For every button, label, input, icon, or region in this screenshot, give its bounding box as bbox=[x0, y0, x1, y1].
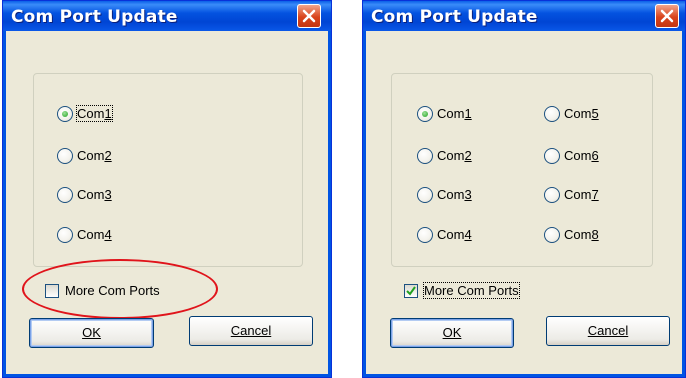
radio-label: Com3 bbox=[437, 187, 472, 202]
radio-button[interactable] bbox=[544, 187, 560, 203]
radio-button[interactable] bbox=[544, 106, 560, 122]
right-ok-button[interactable]: OK bbox=[390, 318, 514, 348]
ok-label: OK bbox=[82, 325, 101, 340]
radio-button[interactable] bbox=[417, 148, 433, 164]
radio-button[interactable] bbox=[57, 187, 73, 203]
left-close-button[interactable] bbox=[297, 4, 321, 28]
radio-label: Com4 bbox=[77, 227, 112, 242]
left-cancel-button[interactable]: Cancel bbox=[189, 316, 313, 346]
radio-button[interactable] bbox=[417, 106, 433, 122]
left-frame bbox=[328, 31, 331, 377]
left-frame bbox=[3, 31, 6, 377]
ok-label: OK bbox=[442, 325, 462, 340]
radio-label: Com7 bbox=[564, 187, 599, 202]
checkbox-label: More Com Ports bbox=[423, 282, 520, 299]
radio-label: Com4 bbox=[437, 227, 472, 242]
radio-selected-dot bbox=[422, 111, 428, 117]
radio-button[interactable] bbox=[57, 227, 73, 243]
radio-label: Com1 bbox=[76, 105, 113, 122]
left-frame bbox=[3, 374, 331, 377]
right-dialog: Com Port Update Com1 Com2 Com3 Com4 Com5… bbox=[362, 0, 686, 378]
radio-label: Com3 bbox=[77, 187, 112, 202]
right-frame bbox=[363, 31, 366, 377]
right-dialog-title: Com Port Update bbox=[371, 7, 538, 27]
left-port-group bbox=[33, 73, 303, 267]
left-ok-button[interactable]: OK bbox=[29, 318, 154, 348]
radio-button[interactable] bbox=[57, 106, 73, 122]
checkmark-icon bbox=[406, 286, 416, 296]
checkbox-box[interactable] bbox=[404, 284, 418, 298]
close-icon bbox=[660, 9, 674, 23]
radio-label: Com5 bbox=[564, 106, 599, 121]
radio-selected-dot bbox=[62, 111, 68, 117]
cancel-label: Cancel bbox=[587, 323, 629, 338]
radio-label: Com6 bbox=[564, 148, 599, 163]
radio-label: Com2 bbox=[77, 148, 112, 163]
left-title-bar[interactable]: Com Port Update bbox=[3, 1, 331, 31]
right-close-button[interactable] bbox=[655, 4, 679, 28]
close-icon bbox=[302, 9, 316, 23]
cancel-label: Cancel bbox=[230, 323, 272, 338]
left-dialog-title: Com Port Update bbox=[11, 7, 178, 27]
right-cancel-button[interactable]: Cancel bbox=[546, 316, 670, 346]
radio-label: Com2 bbox=[437, 148, 472, 163]
radio-label: Com1 bbox=[437, 106, 472, 121]
right-frame bbox=[363, 374, 685, 377]
radio-button[interactable] bbox=[417, 187, 433, 203]
radio-button[interactable] bbox=[417, 227, 433, 243]
radio-button[interactable] bbox=[544, 227, 560, 243]
highlight-ellipse bbox=[22, 259, 218, 319]
right-frame bbox=[682, 31, 685, 377]
radio-button[interactable] bbox=[544, 148, 560, 164]
radio-button[interactable] bbox=[57, 148, 73, 164]
right-title-bar[interactable]: Com Port Update bbox=[363, 1, 685, 31]
radio-label: Com8 bbox=[564, 227, 599, 242]
left-dialog: Com Port Update Com1 Com2 Com3 Com4 More… bbox=[2, 0, 332, 378]
